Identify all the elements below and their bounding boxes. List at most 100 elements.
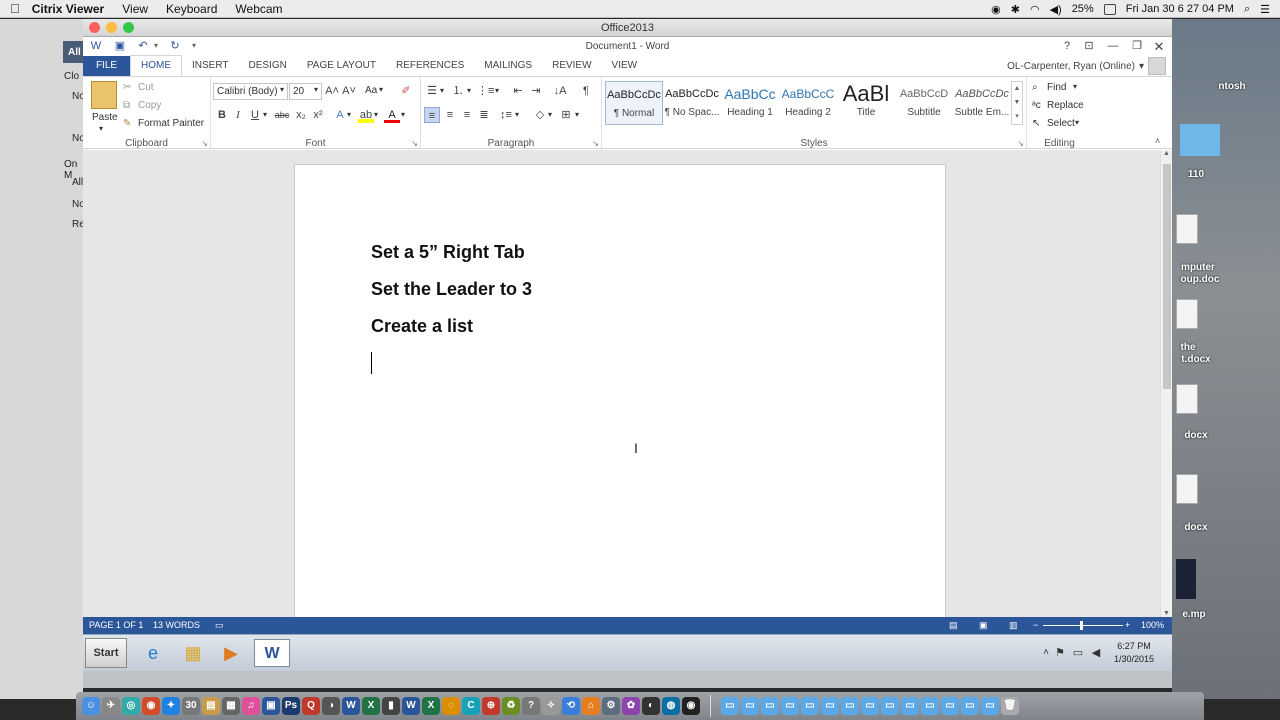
tab-review[interactable]: REVIEW [542,56,601,76]
dock-app-icon[interactable]: C [462,697,480,715]
sort-icon[interactable]: ↓A [552,83,568,99]
styles-scroll[interactable]: ▲ ▼ ▾ [1011,81,1023,125]
decrease-indent-icon[interactable]: ⇤ [510,83,526,99]
folder-icon[interactable]: ▭ [981,697,999,715]
spotlight-icon[interactable]: ⌕ [1244,3,1250,16]
dock-app-icon[interactable]: ◐ [642,697,660,715]
dock-app-icon[interactable]: ▮ [382,697,400,715]
folder-icon[interactable]: ▭ [821,697,839,715]
style-heading-1[interactable]: AaBbCc Heading 1 [721,81,779,125]
zoom-slider-thumb[interactable] [1080,621,1083,630]
chrome-icon[interactable]: ◎ [122,697,140,715]
chevron-down-icon[interactable]: ▾ [280,85,284,94]
folder-icon[interactable]: ▭ [881,697,899,715]
safari-icon[interactable]: ✦ [162,697,180,715]
contacts-icon[interactable]: ▦ [222,697,240,715]
dialog-launcher-icon[interactable]: ↘ [1017,139,1024,148]
zoom-level[interactable]: 100% [1141,617,1164,634]
word-taskbar-icon[interactable]: W [254,639,290,667]
copy-button[interactable]: Copy [138,100,161,111]
dock-app-icon[interactable]: ? [522,697,540,715]
chevron-down-icon[interactable]: ▾ [440,86,444,95]
folder-icon[interactable]: ▭ [861,697,879,715]
find-button[interactable]: Find [1047,82,1066,93]
style-title[interactable]: AaBl Title [837,81,895,125]
vertical-scrollbar[interactable]: ▲ ▼ [1160,150,1172,617]
read-mode-icon[interactable]: ▤ [949,617,958,634]
scroll-thumb[interactable] [1163,164,1171,389]
menu-app-name[interactable]: Citrix Viewer [32,2,104,16]
trash-icon[interactable]: 🗑 [1001,697,1019,715]
line-spacing-icon[interactable]: ↕≡ [498,107,514,123]
customize-qat-icon[interactable]: ▾ [187,39,201,53]
close-icon[interactable]: ✕ [1148,37,1170,56]
close-window-icon[interactable] [89,22,100,33]
menu-webcam[interactable]: Webcam [235,2,282,16]
folder-icon[interactable]: ▭ [941,697,959,715]
bluetooth-icon[interactable]: ✱ [1011,3,1020,16]
photoshop-icon[interactable]: Ps [282,697,300,715]
dock-app-icon[interactable]: ⚙ [602,697,620,715]
tab-mailings[interactable]: MAILINGS [474,56,542,76]
chevron-down-icon[interactable]: ▾ [515,110,519,119]
chevron-down-icon[interactable]: ▾ [1075,118,1079,127]
user-name[interactable]: OL-Carpenter, Ryan (Online) [1007,61,1135,72]
style-subtitle[interactable]: AaBbCcD Subtitle [895,81,953,125]
folder-icon[interactable]: ▭ [721,697,739,715]
internet-explorer-icon[interactable]: e [138,639,168,667]
shading-icon[interactable]: ◇ [532,107,548,123]
wifi-icon[interactable]: ◠ [1030,3,1040,16]
tab-view[interactable]: VIEW [602,56,648,76]
dock-app-icon[interactable]: ◉ [682,697,700,715]
folder-icon[interactable]: ▭ [841,697,859,715]
launchpad-icon[interactable]: ✈ [102,697,120,715]
folder-icon[interactable]: ▭ [801,697,819,715]
tab-home[interactable]: HOME [130,55,182,76]
dock-app-icon[interactable]: ⌂ [582,697,600,715]
style-normal[interactable]: AaBbCcDc ¶ Normal [605,81,663,125]
menu-clock[interactable]: Fri Jan 30 6 27 04 PM [1126,3,1234,15]
folder-icon[interactable]: ▭ [781,697,799,715]
document-icon[interactable] [1176,299,1198,329]
align-center-icon[interactable]: ≡ [442,107,458,123]
itunes-icon[interactable]: ♫ [242,697,260,715]
text-effects-icon[interactable]: A [332,107,348,123]
firefox-icon[interactable]: ◉ [142,697,160,715]
folder-icon[interactable]: ▭ [741,697,759,715]
taskbar-clock[interactable]: 6:27 PM 1/30/2015 [1114,640,1154,666]
word-dock-icon[interactable]: W [342,697,360,715]
replace-button[interactable]: Replace [1047,100,1084,111]
finder-icon[interactable]: ☺ [82,697,100,715]
document-line[interactable]: Set the Leader to 3 [371,279,532,300]
chevron-down-icon[interactable]: ▾ [467,86,471,95]
document-area[interactable]: Set a 5” Right Tab Set the Leader to 3 C… [83,150,1160,617]
chevron-down-icon[interactable]: ▾ [401,110,405,119]
calendar-icon[interactable]: 30 [182,697,200,715]
chevron-down-icon[interactable]: ▾ [314,85,318,94]
chevron-down-icon[interactable]: ▾ [263,110,267,119]
document-line[interactable]: Set a 5” Right Tab [371,242,525,263]
style-no-spacing[interactable]: AaBbCcDc ¶ No Spac... [663,81,721,125]
tab-insert[interactable]: INSERT [182,56,239,76]
chevron-down-icon[interactable]: ▾ [575,110,579,119]
chevron-down-icon[interactable]: ▾ [1139,61,1144,72]
format-painter-button[interactable]: Format Painter [138,118,204,129]
apple-icon[interactable]:  [10,1,20,16]
font-color-icon[interactable]: A [384,107,400,123]
chevron-down-icon[interactable]: ▾ [548,110,552,119]
dock-app-icon[interactable]: ◌ [442,697,460,715]
record-icon[interactable]: ◉ [991,3,1001,16]
folder-icon[interactable]: ▭ [921,697,939,715]
save-icon[interactable]: ▣ [113,39,127,53]
dock-app-icon[interactable]: ✿ [622,697,640,715]
tray-volume-icon[interactable]: ◀ [1081,639,1111,667]
notes-icon[interactable]: ▤ [202,697,220,715]
tab-design[interactable]: DESIGN [239,56,297,76]
dock-app-icon[interactable]: ♻ [502,697,520,715]
zoom-window-icon[interactable] [123,22,134,33]
quicktime-icon[interactable]: Q [302,697,320,715]
word-count[interactable]: 13 WORDS [153,617,200,634]
print-layout-icon[interactable]: ▣ [979,617,988,634]
paste-dropdown-icon[interactable]: ▾ [99,124,103,133]
document-icon[interactable] [1176,474,1198,504]
